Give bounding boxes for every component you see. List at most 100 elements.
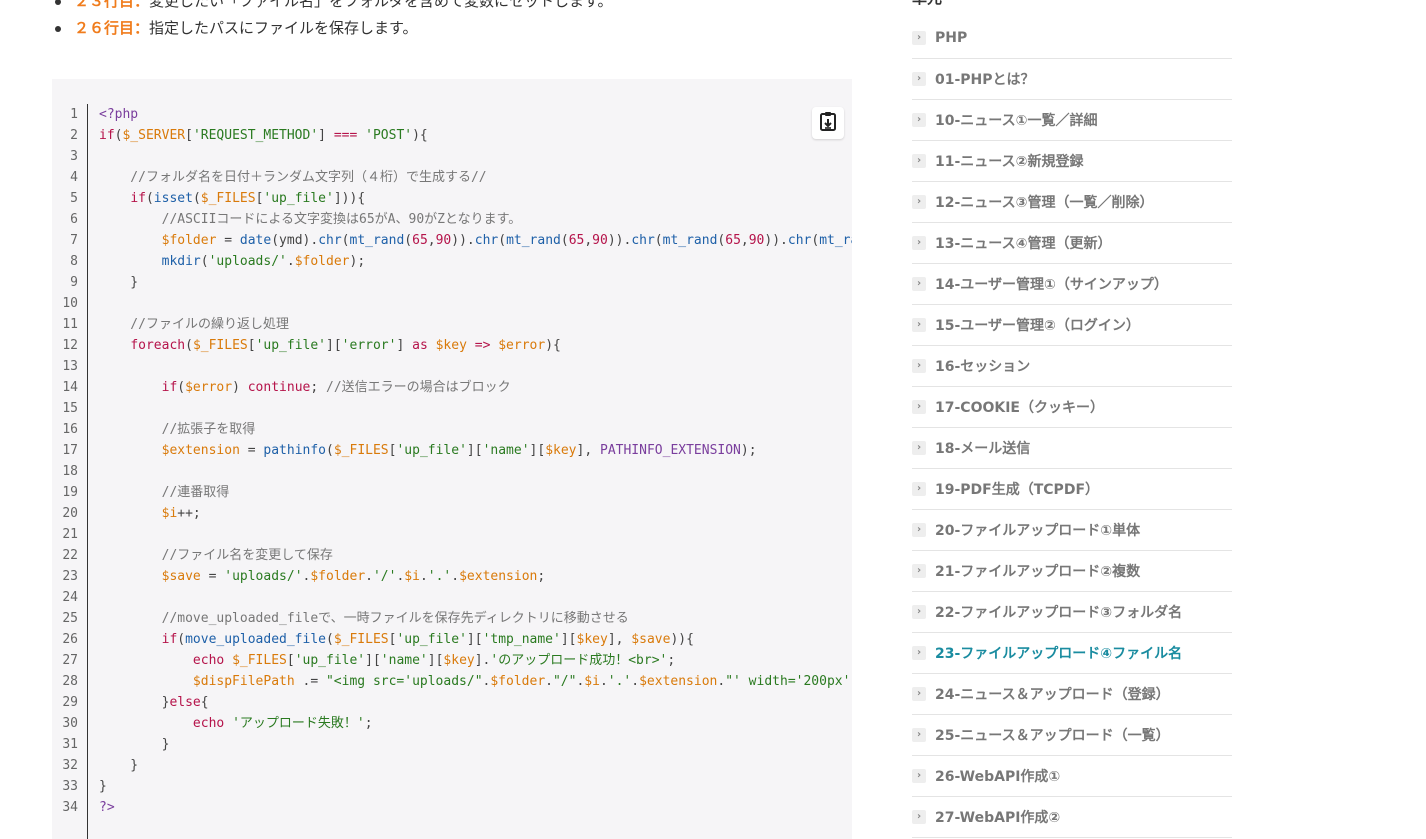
step-note-item: ２６行目：指定したパスにファイルを保存します。 bbox=[52, 15, 852, 42]
chevron-right-icon: › bbox=[912, 113, 926, 127]
clipboard-copy-icon bbox=[819, 111, 837, 135]
sidebar-unit-label: 24-ニュース＆アップロード（登録） bbox=[935, 687, 1170, 703]
code-token: $key bbox=[443, 653, 475, 668]
code-token: $dispFilePath bbox=[192, 674, 295, 689]
code-line: 31 } bbox=[52, 734, 852, 755]
code-token: )). bbox=[764, 233, 788, 248]
sidebar-unit-list: › PHP › 01-PHPとは？ › 10-ニュース①一覧／詳細 › 11-ニュース②新規登… bbox=[912, 18, 1232, 838]
sidebar-unit-link[interactable]: › 27-WebAPI作成② bbox=[912, 797, 1232, 838]
code-token: . bbox=[599, 674, 608, 689]
code-token: mt_ra bbox=[819, 233, 852, 248]
sidebar-unit-link[interactable]: › 23-ファイルアップロード④ファイル名 bbox=[912, 633, 1232, 674]
line-number: 25 bbox=[62, 611, 78, 626]
code-token: $extension bbox=[459, 569, 538, 584]
code-line: 6 //ASCIIコードによる文字変換は65がA、90がZとなります。 bbox=[52, 209, 852, 230]
sidebar-unit-link[interactable]: › 11-ニュース②新規登録 bbox=[912, 141, 1232, 182]
code-token: 'name' bbox=[482, 443, 530, 458]
code-text: $i++; bbox=[99, 503, 201, 524]
sidebar-unit-link[interactable]: › 12-ニュース③管理（一覧／削除） bbox=[912, 182, 1232, 223]
code-line: 20 $i++; bbox=[52, 503, 852, 524]
sidebar-unit-link[interactable]: › 20-ファイルアップロード①単体 bbox=[912, 510, 1232, 551]
code-token: $_FILES bbox=[232, 653, 287, 668]
copy-code-button[interactable] bbox=[812, 107, 844, 139]
code-token: mkdir bbox=[161, 254, 201, 269]
code-token: ] bbox=[318, 128, 334, 143]
sidebar-unit-link[interactable]: › 18-メール送信 bbox=[912, 428, 1232, 469]
unit-sidebar: 単元 › PHP › 01-PHPとは？ › 10-ニュース①一覧／詳細 › 11-ニュース②… bbox=[912, 0, 1232, 838]
sidebar-unit-label: 22-ファイルアップロード③フォルダ名 bbox=[935, 605, 1183, 621]
code-token: ][ bbox=[326, 338, 342, 353]
line-number: 12 bbox=[62, 338, 78, 353]
code-token: isset bbox=[153, 191, 193, 206]
line-number: 20 bbox=[62, 506, 78, 521]
code-token: . bbox=[419, 569, 428, 584]
line-number: 22 bbox=[62, 548, 78, 563]
line-number: 13 bbox=[62, 359, 78, 374]
code-token: if bbox=[99, 128, 115, 143]
chevron-right-icon: › bbox=[912, 687, 926, 701]
code-token: ; bbox=[364, 716, 373, 731]
sidebar-unit-label: 20-ファイルアップロード①単体 bbox=[935, 523, 1141, 539]
sidebar-unit-link[interactable]: › 16-セッション bbox=[912, 346, 1232, 387]
code-text: } bbox=[99, 776, 107, 797]
line-number: 4 bbox=[70, 170, 78, 185]
code-token: <?php bbox=[99, 107, 139, 122]
line-number: 24 bbox=[62, 590, 78, 605]
code-line: 19 //連番取得 bbox=[52, 482, 852, 503]
code-text: if($error) continue; //送信エラーの場合はブロック bbox=[99, 377, 511, 398]
code-token: $i bbox=[161, 506, 178, 521]
sidebar-unit-link[interactable]: › 19-PDF生成（TCPDF） bbox=[912, 469, 1232, 510]
line-number: 15 bbox=[62, 401, 78, 416]
code-token: //ファイルの繰り返し処理 bbox=[99, 317, 289, 332]
line-number: 16 bbox=[62, 422, 78, 437]
code-token: $folder bbox=[490, 674, 546, 689]
code-token: pathinfo bbox=[263, 443, 327, 458]
sidebar-unit-link[interactable]: › 13-ニュース④管理（更新） bbox=[912, 223, 1232, 264]
code-text: if(move_uploaded_file($_FILES['up_file']… bbox=[99, 629, 694, 650]
code-token: "<img src='uploads/" bbox=[325, 674, 483, 689]
code-token: 'up_file' bbox=[255, 338, 327, 353]
sidebar-unit-link[interactable]: › 25-ニュース＆アップロード（一覧） bbox=[912, 715, 1232, 756]
sidebar-unit-link[interactable]: › 24-ニュース＆アップロード（登録） bbox=[912, 674, 1232, 715]
code-token: 'up_file' bbox=[396, 443, 467, 458]
code-line: 29 }else{ bbox=[52, 692, 852, 713]
sidebar-unit-link[interactable]: › 21-ファイルアップロード②複数 bbox=[912, 551, 1232, 592]
line-number: 5 bbox=[70, 191, 78, 206]
step-note-item: ２３行目：変更したい「ファイル名」をフォルダを含めて変数にセットします。 bbox=[52, 0, 852, 15]
code-token: } bbox=[99, 758, 139, 773]
code-text: $save = 'uploads/'.$folder.'/'.$i.'.'.$e… bbox=[99, 566, 546, 587]
sidebar-unit-link[interactable]: › PHP bbox=[912, 18, 1232, 59]
line-number: 8 bbox=[70, 254, 78, 269]
sidebar-unit-label: 10-ニュース①一覧／詳細 bbox=[935, 113, 1098, 129]
code-line: 10 bbox=[52, 293, 852, 314]
sidebar-unit-link[interactable]: › 17-COOKIE（クッキー） bbox=[912, 387, 1232, 428]
code-token: $_FILES bbox=[192, 338, 248, 353]
sidebar-unit-label: 23-ファイルアップロード④ファイル名 bbox=[935, 646, 1183, 662]
code-token: $i bbox=[404, 569, 420, 584]
code-token: ( bbox=[498, 233, 507, 248]
code-token: ( bbox=[145, 191, 154, 206]
sidebar-unit-link[interactable]: › 10-ニュース①一覧／詳細 bbox=[912, 100, 1232, 141]
code-text: if($_SERVER['REQUEST_METHOD'] === 'POST'… bbox=[99, 125, 428, 146]
sidebar-unit-label: 17-COOKIE（クッキー） bbox=[935, 400, 1104, 416]
code-token: . bbox=[365, 569, 373, 584]
sidebar-unit-link[interactable]: › 01-PHPとは？ bbox=[912, 59, 1232, 100]
sidebar-unit-link[interactable]: › 22-ファイルアップロード③フォルダ名 bbox=[912, 592, 1232, 633]
line-number: 27 bbox=[62, 653, 78, 668]
sidebar-unit-link[interactable]: › 26-WebAPI作成① bbox=[912, 756, 1232, 797]
code-line: 5 if(isset($_FILES['up_file'])){ bbox=[52, 188, 852, 209]
code-token: ( bbox=[192, 191, 201, 206]
code-token: $error bbox=[498, 338, 546, 353]
sidebar-unit-link[interactable]: › 14-ユーザー管理①（サインアップ） bbox=[912, 264, 1232, 305]
code-token: echo bbox=[192, 653, 225, 668]
code-token: $key bbox=[545, 443, 577, 458]
sidebar-unit-link[interactable]: › 15-ユーザー管理②（ログイン） bbox=[912, 305, 1232, 346]
chevron-right-icon: › bbox=[912, 154, 926, 168]
code-token: "/" bbox=[552, 674, 577, 689]
code-token: . bbox=[631, 674, 640, 689]
